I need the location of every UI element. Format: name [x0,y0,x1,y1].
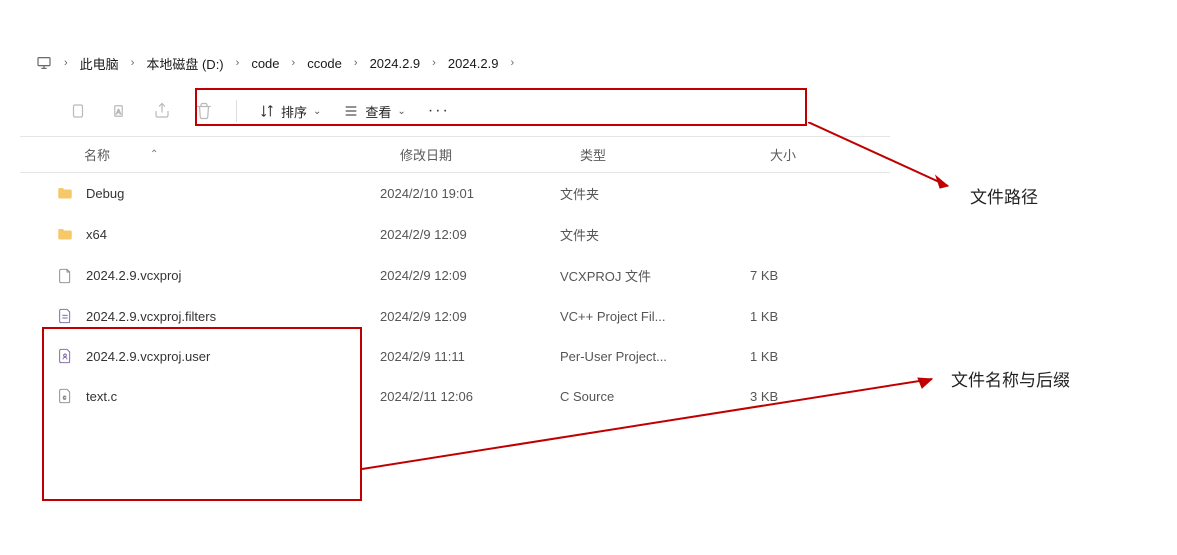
file-name: 2024.2.9.vcxproj.filters [86,309,216,324]
chevron-right-icon: › [292,57,296,69]
sort-label: 排序 [281,102,307,121]
chevron-right-icon: › [64,57,68,69]
file-name: 2024.2.9.vcxproj.user [86,349,210,364]
column-name-label: 名称 [84,145,110,164]
view-label: 查看 [365,102,391,121]
file-date: 2024/2/9 11:11 [380,349,560,364]
file-size: 7 KB [750,268,830,283]
sort-asc-icon: ⌃ [150,149,158,160]
column-header-date[interactable]: 修改日期 [400,145,580,164]
list-item[interactable]: 2024.2.9.vcxproj.filters 2024/2/9 12:09 … [20,296,870,336]
chevron-down-icon: ⌄ [313,106,321,117]
file-type: 文件夹 [560,184,750,203]
column-headers: 名称 ⌃ 修改日期 类型 大小 [20,137,890,173]
share-icon[interactable] [152,101,172,121]
file-size: 1 KB [750,309,830,324]
breadcrumb-item-1[interactable]: code [243,52,287,75]
breadcrumb[interactable]: › 此电脑 › 本地磁盘 (D:) › code › ccode › 2024.… [20,44,820,82]
chevron-right-icon: › [510,57,514,69]
user-config-icon [56,347,74,365]
arrow-annotation-filename [362,374,952,474]
chevron-right-icon: › [131,57,135,69]
file-date: 2024/2/10 19:01 [380,186,560,201]
trash-icon[interactable] [194,101,214,121]
document-icon [56,267,74,285]
folder-icon [56,226,74,244]
toolbar-divider [236,100,237,122]
file-date: 2024/2/9 12:09 [380,268,560,283]
file-name: 2024.2.9.vcxproj [86,268,181,283]
file-name: x64 [86,227,107,242]
breadcrumb-root[interactable]: 此电脑 [72,50,127,77]
svg-text:c: c [63,395,66,401]
file-type: VCXPROJ 文件 [560,266,750,285]
list-item[interactable]: Debug 2024/2/10 19:01 文件夹 [20,173,870,214]
chevron-right-icon: › [236,57,240,69]
breadcrumb-item-0[interactable]: 本地磁盘 (D:) [138,50,231,77]
file-size: 1 KB [750,349,830,364]
column-header-type[interactable]: 类型 [580,145,770,164]
more-button[interactable]: ··· [428,102,450,120]
folder-icon [56,185,74,203]
breadcrumb-item-3[interactable]: 2024.2.9 [362,52,429,75]
file-type: 文件夹 [560,225,750,244]
filters-icon [56,307,74,325]
c-source-icon: c [56,387,74,405]
chevron-down-icon: ⌄ [397,106,405,117]
file-date: 2024/2/9 12:09 [380,227,560,242]
file-type: Per-User Project... [560,349,750,364]
annotation-label-path: 文件路径 [970,183,1038,208]
sort-button[interactable]: 排序 ⌄ [259,102,321,121]
list-item[interactable]: 2024.2.9.vcxproj.user 2024/2/9 11:11 Per… [20,336,870,376]
chevron-right-icon: › [432,57,436,69]
file-name: text.c [86,389,117,404]
monitor-icon[interactable] [28,51,60,75]
chevron-right-icon: › [354,57,358,69]
file-name: Debug [86,186,124,201]
arrow-annotation-path [808,122,968,202]
column-header-name[interactable]: 名称 ⌃ [84,145,400,164]
breadcrumb-item-2[interactable]: ccode [299,52,350,75]
copy-icon[interactable]: A [110,101,130,121]
cut-icon[interactable] [68,101,88,121]
file-date: 2024/2/9 12:09 [380,309,560,324]
annotation-label-filename: 文件名称与后缀 [951,366,1070,391]
list-item[interactable]: x64 2024/2/9 12:09 文件夹 [20,214,870,255]
file-type: VC++ Project Fil... [560,309,750,324]
toolbar: A 排序 ⌄ 查看 ⌄ ··· [20,82,890,137]
view-button[interactable]: 查看 ⌄ [343,102,405,121]
svg-text:A: A [116,109,121,116]
breadcrumb-item-4[interactable]: 2024.2.9 [440,52,507,75]
list-item[interactable]: 2024.2.9.vcxproj 2024/2/9 12:09 VCXPROJ … [20,255,870,296]
